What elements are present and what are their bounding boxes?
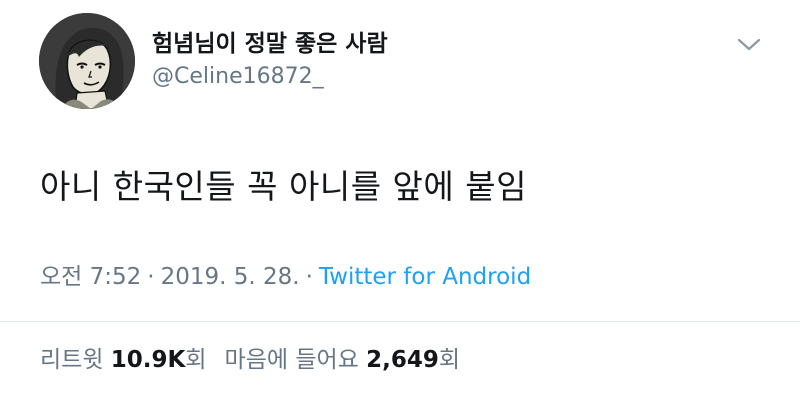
likes-count[interactable]: 2,649 <box>366 347 439 373</box>
likes-unit: 회 <box>438 347 461 373</box>
tweet-source-link[interactable]: Twitter for Android <box>319 264 531 290</box>
retweets-count[interactable]: 10.9K <box>111 347 186 373</box>
tweet-date[interactable]: 2019. 5. 28. <box>161 264 300 290</box>
cartoon-woman-avatar-icon <box>39 13 135 109</box>
tweet-time[interactable]: 오전 7:52 <box>40 264 141 290</box>
retweets-label: 리트윗 <box>40 347 104 373</box>
avatar[interactable] <box>39 13 135 109</box>
chevron-down-icon[interactable] <box>736 36 762 54</box>
meta-separator: · <box>147 264 155 290</box>
likes-label: 마음에 들어요 <box>224 347 359 373</box>
divider <box>0 321 800 322</box>
user-handle[interactable]: @Celine16872_ <box>152 64 324 89</box>
meta-separator: · <box>305 264 313 290</box>
tweet-text: 아니 한국인들 꼭 아니를 앞에 붙임 <box>40 167 527 206</box>
tweet-meta: 오전 7:52 · 2019. 5. 28. · Twitter for Android <box>40 257 531 291</box>
display-name[interactable]: 험념님이 정말 좋은 사람 <box>152 24 388 58</box>
tweet-stats: 리트윗 10.9K회 마음에 들어요 2,649회 <box>40 340 460 374</box>
retweets-unit: 회 <box>185 347 207 373</box>
tweet-card: 험념님이 정말 좋은 사람 @Celine16872_ 아니 한국인들 꼭 아니… <box>0 0 800 403</box>
